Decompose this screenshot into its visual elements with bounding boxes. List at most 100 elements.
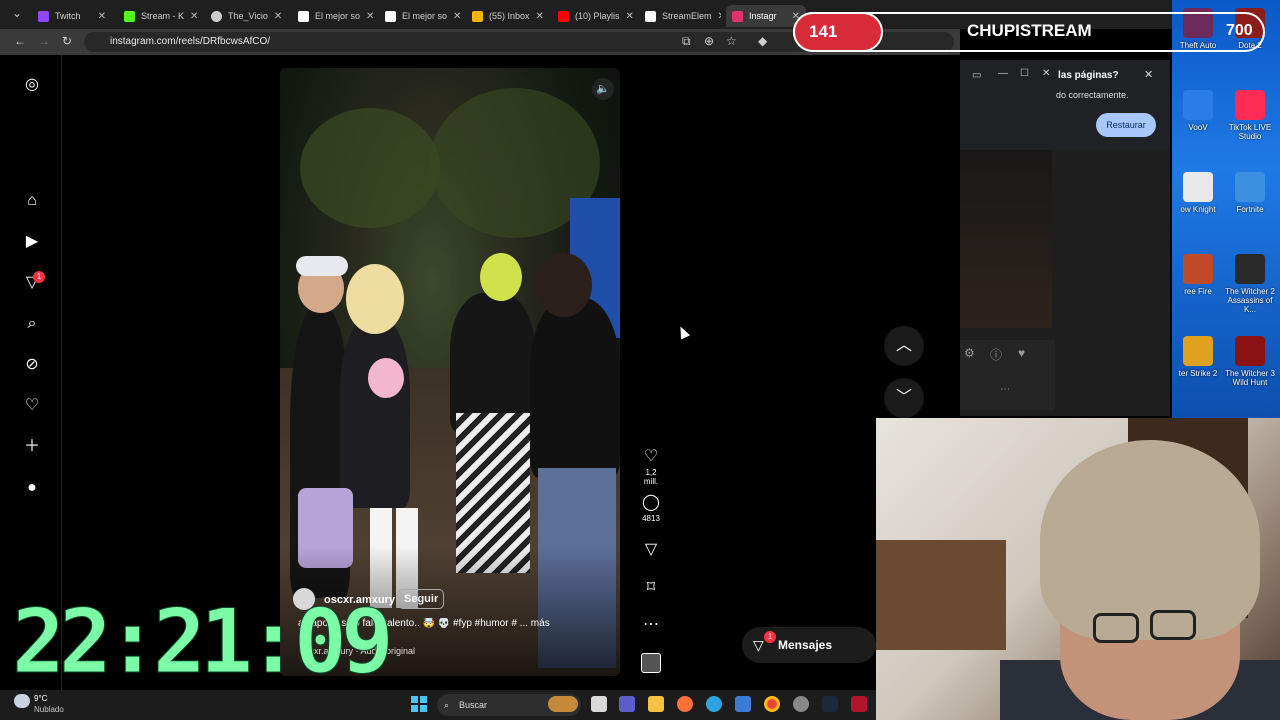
task-view-icon[interactable]	[591, 696, 607, 712]
witcher-2-icon	[1235, 254, 1265, 284]
mail-icon	[472, 10, 483, 22]
share-button[interactable]: ▽	[640, 539, 662, 559]
glasses-lens	[1150, 610, 1196, 640]
person-2-hair	[346, 264, 404, 334]
close-dialog-icon[interactable]: ✕	[1144, 68, 1153, 81]
messages-icon: ▽	[753, 637, 764, 653]
app-icon[interactable]	[851, 696, 867, 712]
close-tab-icon[interactable]: ✕	[453, 11, 461, 22]
maximize-icon[interactable]: ☐	[1020, 68, 1029, 79]
minimize-icon[interactable]: —	[998, 68, 1008, 79]
teams-icon[interactable]	[619, 696, 635, 712]
reel-video[interactable]	[280, 68, 620, 676]
close-tab-icon[interactable]: ✕	[366, 11, 374, 22]
file-explorer-icon[interactable]	[648, 696, 664, 712]
heart-icon: ♡	[643, 448, 659, 465]
cloud-icon[interactable]	[14, 694, 30, 708]
obs-icon[interactable]	[793, 696, 809, 712]
close-window-icon[interactable]: ✕	[1042, 68, 1050, 79]
globe-icon	[211, 10, 222, 22]
diamond-icon	[385, 10, 396, 22]
tab-the-vicio[interactable]: The_Vicio ✕	[205, 5, 287, 27]
weather-description[interactable]: Nublado	[34, 705, 64, 714]
info-icon[interactable]: ⓘ	[990, 346, 1002, 363]
next-reel-button[interactable]: ﹀	[884, 378, 924, 418]
close-tab-icon[interactable]: ✕	[274, 11, 282, 22]
heart-icon[interactable]: ♡	[22, 396, 42, 416]
install-icon[interactable]: ⧉	[682, 34, 691, 49]
tab-search-icon[interactable]: ⌄	[12, 6, 22, 20]
previous-reel-button[interactable]: ︿	[884, 326, 924, 366]
more-options-button[interactable]: ⋯	[640, 614, 662, 634]
fortnite-icon	[1235, 172, 1265, 202]
chrome-icon[interactable]	[764, 696, 780, 712]
person-4	[530, 298, 620, 478]
desktop-icon-tiktok[interactable]: TikTok LIVE Studio	[1224, 90, 1276, 141]
profile-avatar-icon[interactable]: ●	[22, 478, 42, 498]
back-icon[interactable]: ←	[14, 34, 26, 48]
person-3	[450, 293, 535, 433]
follow-button[interactable]: Seguir	[398, 589, 445, 609]
firefox-icon[interactable]	[677, 696, 693, 712]
close-tab-icon[interactable]: ✕	[718, 11, 721, 22]
save-button[interactable]: ⌑	[640, 577, 662, 597]
heart-icon[interactable]: ♥	[1018, 346, 1025, 360]
settings-icon[interactable]: ⚙	[964, 346, 975, 360]
tab-el-mejor-2[interactable]: El mejor so ✕	[379, 5, 461, 27]
search-icon: ⌕	[444, 700, 450, 710]
close-tab-icon[interactable]: ✕	[536, 11, 544, 22]
tab-kick[interactable]: Stream - K ✕	[118, 5, 200, 27]
reels-icon[interactable]: ▶	[22, 232, 42, 252]
forward-icon[interactable]: →	[38, 34, 50, 48]
comment-icon: ◯	[642, 494, 660, 511]
chevron-down-icon: ﹀	[895, 389, 912, 406]
explore-icon[interactable]: ⊘	[22, 355, 42, 375]
edge-icon[interactable]	[706, 696, 722, 712]
close-tab-icon[interactable]: ✕	[626, 11, 634, 22]
tab-el-mejor-1[interactable]: El mejor so ✕	[292, 5, 374, 27]
instagram-logo-icon[interactable]: ◎	[22, 75, 42, 95]
tab-playlist[interactable]: (10) Playlis ✕	[552, 5, 634, 27]
person-2	[340, 318, 410, 508]
bookmark-star-icon[interactable]: ☆	[726, 34, 737, 48]
audio-thumbnail[interactable]	[641, 653, 661, 673]
window-icon: ▭	[972, 70, 982, 81]
volume-icon[interactable]: 🔈	[592, 78, 614, 100]
desktop-icon-free-fire[interactable]: ree Fire	[1172, 254, 1224, 296]
tab-twitch[interactable]: Twitch ✕	[32, 5, 112, 27]
weather-temperature[interactable]: 9°C	[34, 694, 47, 703]
comment-button[interactable]: ◯ 4813	[640, 492, 662, 523]
like-button[interactable]: ♡ 1,2 mill.	[640, 446, 662, 486]
desktop-icon-voov[interactable]: VooV	[1172, 90, 1224, 132]
desktop-icon-fortnite[interactable]: Fortnite	[1224, 172, 1276, 214]
cat-ear-headband	[296, 256, 348, 276]
stream-counter-right: 700	[1226, 22, 1253, 39]
person-3-hair	[480, 253, 522, 301]
secondary-window-toolbar: ⚙ ⓘ ♥ ⋯	[960, 340, 1055, 410]
ellipsis-icon[interactable]: ⋯	[1000, 384, 1010, 395]
home-icon[interactable]: ⌂	[22, 191, 42, 211]
bookmark-icon: ⌑	[646, 579, 656, 596]
streamelements-icon	[645, 10, 656, 22]
desktop-icon-hollow-knight[interactable]: ow Knight	[1172, 172, 1224, 214]
desktop-icon-witcher-2[interactable]: The Witcher 2 Assassins of K...	[1224, 254, 1276, 314]
voov-icon	[1183, 90, 1213, 120]
close-tab-icon[interactable]: ✕	[98, 11, 106, 22]
zoom-icon[interactable]: ⊕	[704, 34, 714, 48]
windows-start-icon[interactable]	[411, 696, 427, 712]
tab-streamelements[interactable]: StreamElem✕	[639, 5, 721, 27]
restore-dialog-title: las páginas?	[1058, 70, 1119, 81]
tab-inbox[interactable]: (55) Inbox ✕	[466, 5, 548, 27]
mail-icon[interactable]	[735, 696, 751, 712]
restore-button[interactable]: Restaurar	[1096, 113, 1156, 137]
desktop-icon-cs2[interactable]: ter Strike 2	[1172, 336, 1224, 378]
burger-widget-icon[interactable]	[548, 696, 578, 712]
create-icon[interactable]: ＋	[22, 437, 42, 457]
search-icon[interactable]: ⌕	[22, 314, 42, 334]
free-fire-icon	[1183, 254, 1213, 284]
steam-icon[interactable]	[822, 696, 838, 712]
extension-icon[interactable]: ◆	[758, 34, 767, 48]
desktop-icon-witcher-3[interactable]: The Witcher 3 Wild Hunt	[1224, 336, 1276, 387]
close-tab-icon[interactable]: ✕	[190, 11, 198, 22]
reload-icon[interactable]: ↻	[62, 34, 72, 48]
